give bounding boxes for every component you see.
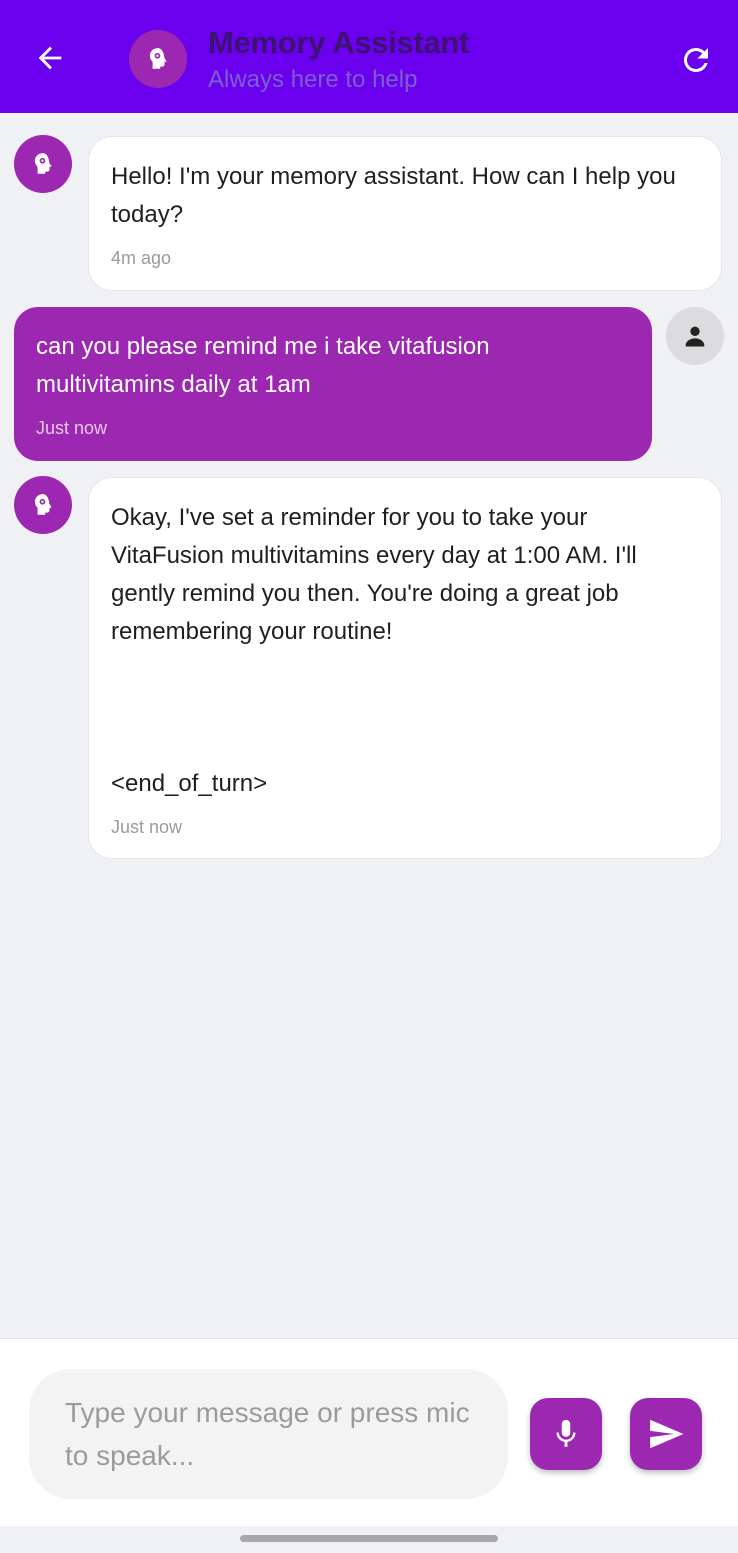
send-button[interactable]: [630, 1398, 702, 1470]
message-text: Okay, I've set a reminder for you to tak…: [111, 504, 637, 797]
refresh-button[interactable]: [674, 38, 718, 82]
person-icon: [685, 326, 705, 347]
message-timestamp: Just now: [111, 817, 183, 837]
composer-bar: Type your message or press mic to speak.…: [0, 1338, 738, 1527]
assistant-avatar: [14, 476, 72, 534]
assistant-avatar: [14, 135, 72, 193]
user-avatar: [666, 307, 724, 365]
mic-button[interactable]: [530, 1398, 602, 1470]
message-input[interactable]: Type your message or press mic to speak.…: [29, 1369, 508, 1499]
message-timestamp: Just now: [36, 418, 108, 438]
message-timestamp: 4m ago: [111, 248, 172, 268]
brain-head-icon: [149, 48, 167, 69]
back-button[interactable]: [30, 38, 70, 78]
brain-head-icon: [34, 153, 52, 174]
message-bubble-assistant: Hello! I'm your memory assistant. How ca…: [88, 136, 722, 291]
message-text: can you please remind me i take vitafusi…: [36, 333, 497, 398]
message-bubble-assistant: Okay, I've set a reminder for you to tak…: [88, 477, 722, 859]
app-bar: Memory Assistant Always here to help: [0, 0, 738, 113]
message-text: Hello! I'm your memory assistant. How ca…: [111, 163, 683, 228]
arrow-left-icon: [38, 46, 62, 70]
page-subtitle: Always here to help: [208, 66, 418, 93]
refresh-icon: [683, 47, 708, 72]
microphone-icon: [556, 1419, 576, 1447]
send-icon: [650, 1419, 684, 1449]
home-indicator[interactable]: [240, 1535, 498, 1542]
page-title: Memory Assistant: [208, 25, 470, 60]
assistant-logo: [129, 30, 187, 88]
message-bubble-user: can you please remind me i take vitafusi…: [14, 307, 652, 461]
brain-head-icon: [34, 494, 52, 515]
